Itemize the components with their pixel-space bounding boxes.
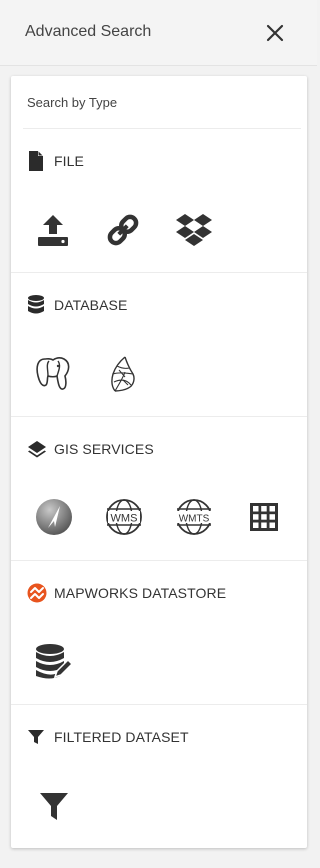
section-title-database: DATABASE [54,297,128,313]
dialog-title: Advanced Search [25,23,152,40]
section-title-file: FILE [54,153,84,169]
section-header-filtered-dataset: FILTERED DATASET [27,726,189,748]
wms-icon: WMS [106,499,142,535]
file-icon [27,150,49,172]
search-panel: Search by Type FILE DATABASE GIS SERVICE… [11,76,307,848]
section-header-mapworks-datastore: MAPWORKS DATASTORE [27,582,226,604]
filter-icon [40,793,68,820]
datastore-option[interactable] [33,641,73,681]
upload-icon [38,215,68,246]
arcgis-option[interactable] [34,497,74,537]
close-icon [266,24,284,42]
filter-small-icon [27,726,49,748]
upload-option[interactable] [33,210,73,250]
link-option[interactable] [103,210,143,250]
section-header-gis-services: GIS SERVICES [27,438,154,460]
layers-icon [27,438,49,460]
section-header-file: FILE [27,150,84,172]
datastore-edit-icon [36,644,73,679]
grid-table-option[interactable] [244,497,284,537]
divider [11,416,307,417]
wmts-icon-text: WMTS [179,514,210,525]
database-icon [27,294,49,316]
section-title-filtered-dataset: FILTERED DATASET [54,729,189,745]
mapworks-logo-icon [27,582,49,604]
divider [11,704,307,705]
wmts-option[interactable]: WMTS [174,497,214,537]
postgresql-option[interactable] [33,354,73,394]
search-by-type-label: Search by Type [27,95,118,110]
filtered-dataset-option[interactable] [34,786,74,826]
dropbox-icon [176,214,212,246]
divider [23,128,301,129]
arcgis-icon [36,499,72,535]
section-title-mapworks-datastore: MAPWORKS DATASTORE [54,585,227,601]
grid-table-icon [250,503,278,531]
dialog-header: Advanced Search [0,0,317,66]
wms-icon-text: WMS [111,513,138,525]
section-header-database: DATABASE [27,294,127,316]
divider [11,560,307,561]
section-title-gis-services: GIS SERVICES [54,441,154,457]
wmts-icon: WMTS [176,499,212,535]
link-icon [107,214,139,246]
postgresql-icon [36,357,70,390]
sql-server-icon [111,356,135,392]
close-button[interactable] [262,20,288,46]
sql-server-option[interactable] [103,354,143,394]
dropbox-option[interactable] [174,210,214,250]
divider [11,272,307,273]
wms-option[interactable]: WMS [104,497,144,537]
